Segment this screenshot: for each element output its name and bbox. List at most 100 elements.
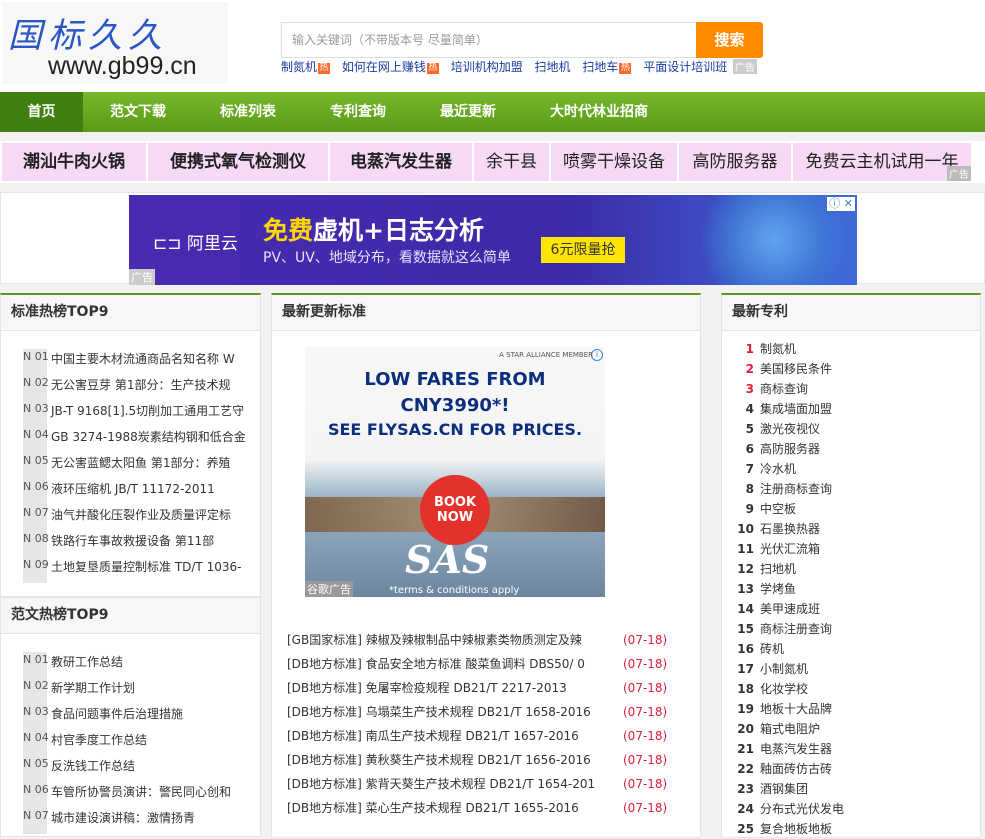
- list-item[interactable]: 18 化妆学校: [737, 679, 980, 699]
- list-item[interactable]: N 08 铁路行车事故救援设备 第11部: [23, 531, 260, 557]
- list-item[interactable]: 6 高防服务器: [746, 439, 980, 459]
- list-item[interactable]: 14 美甲速成班: [737, 599, 980, 619]
- hot-link-5[interactable]: 扫地车热: [582, 60, 632, 74]
- patent-name[interactable]: 复合地板地板: [760, 822, 832, 836]
- site-logo[interactable]: 国标久久 www.gb99.cn: [2, 2, 228, 84]
- list-item[interactable]: N 07 油气井酸化压裂作业及质量评定标: [23, 505, 260, 531]
- ad-close-icon[interactable]: ⓘ ✕: [827, 197, 855, 211]
- patent-name[interactable]: 扫地机: [760, 562, 796, 576]
- keyword-ad[interactable]: 便携式氧气检测仪: [148, 143, 328, 181]
- list-item[interactable]: N 06 车管所协警员演讲：警民同心创和: [23, 782, 260, 808]
- list-item[interactable]: N 05 反洗钱工作总结: [23, 756, 260, 782]
- list-item[interactable]: 12 扫地机: [737, 559, 980, 579]
- standard-title[interactable]: [DB地方标准] 免屠宰检疫规程 DB21/T 2217-2013: [287, 676, 612, 700]
- patent-name[interactable]: 激光夜视仪: [760, 422, 820, 436]
- table-row[interactable]: [GB国家标准] 辣椒及辣椒制品中辣椒素类物质测定及辣 (07-18): [287, 628, 697, 652]
- patent-name[interactable]: 酒钢集团: [760, 782, 808, 796]
- list-item[interactable]: 4 集成墙面加盟: [746, 399, 980, 419]
- list-item[interactable]: 22 釉面砖仿古砖: [737, 759, 980, 779]
- list-item[interactable]: N 02 新学期工作计划: [23, 678, 260, 704]
- list-item[interactable]: 17 小制氮机: [737, 659, 980, 679]
- patent-name[interactable]: 小制氮机: [760, 662, 808, 676]
- list-item[interactable]: 9 中空板: [746, 499, 980, 519]
- nav-recent[interactable]: 最近更新: [426, 92, 510, 132]
- patent-name[interactable]: 地板十大品牌: [760, 702, 832, 716]
- table-row[interactable]: [DB地方标准] 乌塌菜生产技术规程 DB21/T 1658-2016 (07-1…: [287, 700, 697, 724]
- patent-name[interactable]: 学烤鱼: [760, 582, 796, 596]
- standard-title[interactable]: [DB地方标准] 南瓜生产技术规程 DB21/T 1657-2016: [287, 724, 612, 748]
- patent-name[interactable]: 高防服务器: [760, 442, 820, 456]
- keyword-ad[interactable]: 余干县: [474, 143, 549, 181]
- list-item[interactable]: N 04 GB 3274-1988炭素结构钢和低合金: [23, 427, 260, 453]
- list-item[interactable]: 2 美国移民条件: [746, 359, 980, 379]
- patent-name[interactable]: 电蒸汽发生器: [760, 742, 832, 756]
- patent-name[interactable]: 商标注册查询: [760, 622, 832, 636]
- standard-title[interactable]: [DB地方标准] 食品安全地方标准 酸菜鱼调料 DBS50/ 0: [287, 652, 612, 676]
- search-button[interactable]: 搜索: [696, 22, 763, 58]
- list-item[interactable]: N 02 无公害豆芽 第1部分：生产技术规: [23, 375, 260, 401]
- patent-name[interactable]: 光伏汇流箱: [760, 542, 820, 556]
- sas-ad[interactable]: i A STAR ALLIANCE MEMBER LOW FARES FROM …: [305, 347, 605, 597]
- patent-name[interactable]: 制氮机: [760, 342, 796, 356]
- patent-name[interactable]: 美甲速成班: [760, 602, 820, 616]
- standard-title[interactable]: [DB地方标准] 黄秋葵生产技术规程 DB21/T 1656-2016: [287, 748, 612, 772]
- list-item[interactable]: 8 注册商标查询: [746, 479, 980, 499]
- patent-name[interactable]: 砖机: [760, 642, 784, 656]
- list-item[interactable]: N 06 液环压缩机 JB/T 11172-2011: [23, 479, 260, 505]
- list-item[interactable]: 23 酒钢集团: [737, 779, 980, 799]
- list-item[interactable]: 11 光伏汇流箱: [737, 539, 980, 559]
- patent-name[interactable]: 中空板: [760, 502, 796, 516]
- nav-patents[interactable]: 专利查询: [316, 92, 400, 132]
- list-item[interactable]: 1 制氮机: [746, 339, 980, 359]
- table-row[interactable]: [DB地方标准] 菜心生产技术规程 DB21/T 1655-2016 (07-18…: [287, 796, 697, 820]
- standard-title[interactable]: [GB国家标准] 辣椒及辣椒制品中辣椒素类物质测定及辣: [287, 628, 612, 652]
- table-row[interactable]: [DB地方标准] 黄秋葵生产技术规程 DB21/T 1656-2016 (07-1…: [287, 748, 697, 772]
- table-row[interactable]: [DB地方标准] 食品安全地方标准 酸菜鱼调料 DBS50/ 0 (07-18): [287, 652, 697, 676]
- list-item[interactable]: N 03 JB-T 9168[1].5切削加工通用工艺守: [23, 401, 260, 427]
- keyword-ad[interactable]: 潮汕牛肉火锅: [2, 143, 146, 181]
- list-item[interactable]: N 05 无公害蓝鳃太阳鱼 第1部分：养殖: [23, 453, 260, 479]
- banner-cta-button[interactable]: 6元限量抢: [541, 237, 625, 263]
- list-item[interactable]: N 01 教研工作总结: [23, 652, 260, 678]
- nav-forestry[interactable]: 大时代林业招商: [536, 92, 662, 132]
- list-item[interactable]: N 03 食品问题事件后治理措施: [23, 704, 260, 730]
- hot-link-3[interactable]: 培训机构加盟: [451, 60, 523, 74]
- list-item[interactable]: 20 箱式电阻炉: [737, 719, 980, 739]
- nav-home[interactable]: 首页: [0, 92, 83, 132]
- hot-link-6[interactable]: 平面设计培训班: [643, 60, 727, 74]
- table-row[interactable]: [DB地方标准] 紫背天葵生产技术规程 DB21/T 1654-201 (07-1…: [287, 772, 697, 796]
- patent-name[interactable]: 集成墙面加盟: [760, 402, 832, 416]
- list-item[interactable]: N 04 村官季度工作总结: [23, 730, 260, 756]
- patent-name[interactable]: 箱式电阻炉: [760, 722, 820, 736]
- keyword-ad[interactable]: 高防服务器: [679, 143, 791, 181]
- patent-name[interactable]: 釉面砖仿古砖: [760, 762, 832, 776]
- patent-name[interactable]: 冷水机: [760, 462, 796, 476]
- standard-title[interactable]: [DB地方标准] 乌塌菜生产技术规程 DB21/T 1658-2016: [287, 700, 612, 724]
- list-item[interactable]: 24 分布式光伏发电: [737, 799, 980, 819]
- list-item[interactable]: 21 电蒸汽发生器: [737, 739, 980, 759]
- list-item[interactable]: 15 商标注册查询: [737, 619, 980, 639]
- patent-name[interactable]: 分布式光伏发电: [760, 802, 844, 816]
- table-row[interactable]: [DB地方标准] 南瓜生产技术规程 DB21/T 1657-2016 (07-18…: [287, 724, 697, 748]
- patent-name[interactable]: 化妆学校: [760, 682, 808, 696]
- patent-name[interactable]: 美国移民条件: [760, 362, 832, 376]
- list-item[interactable]: 25 复合地板地板: [737, 819, 980, 839]
- list-item[interactable]: 3 商标查询: [746, 379, 980, 399]
- patent-name[interactable]: 石墨换热器: [760, 522, 820, 536]
- list-item[interactable]: N 01 中国主要木材流通商品名知名称 W: [23, 349, 260, 375]
- book-now-button[interactable]: BOOK NOW: [420, 475, 490, 545]
- search-input[interactable]: 输入关键词（不带版本号 尽量简单）: [281, 22, 697, 58]
- nav-standards[interactable]: 标准列表: [206, 92, 290, 132]
- list-item[interactable]: 5 激光夜视仪: [746, 419, 980, 439]
- hot-link-2[interactable]: 如何在网上赚钱热: [342, 60, 439, 74]
- table-row[interactable]: [DB地方标准] 免屠宰检疫规程 DB21/T 2217-2013 (07-18): [287, 676, 697, 700]
- list-item[interactable]: 16 砖机: [737, 639, 980, 659]
- list-item[interactable]: 13 学烤鱼: [737, 579, 980, 599]
- patent-name[interactable]: 注册商标查询: [760, 482, 832, 496]
- list-item[interactable]: N 09 土地复垦质量控制标准 TD/T 1036-: [23, 557, 260, 583]
- patent-name[interactable]: 商标查询: [760, 382, 808, 396]
- keyword-ad[interactable]: 喷雾干燥设备: [551, 143, 677, 181]
- nav-essays[interactable]: 范文下载: [96, 92, 180, 132]
- keyword-ad[interactable]: 电蒸汽发生器: [330, 143, 472, 181]
- standard-title[interactable]: [DB地方标准] 菜心生产技术规程 DB21/T 1655-2016: [287, 796, 612, 820]
